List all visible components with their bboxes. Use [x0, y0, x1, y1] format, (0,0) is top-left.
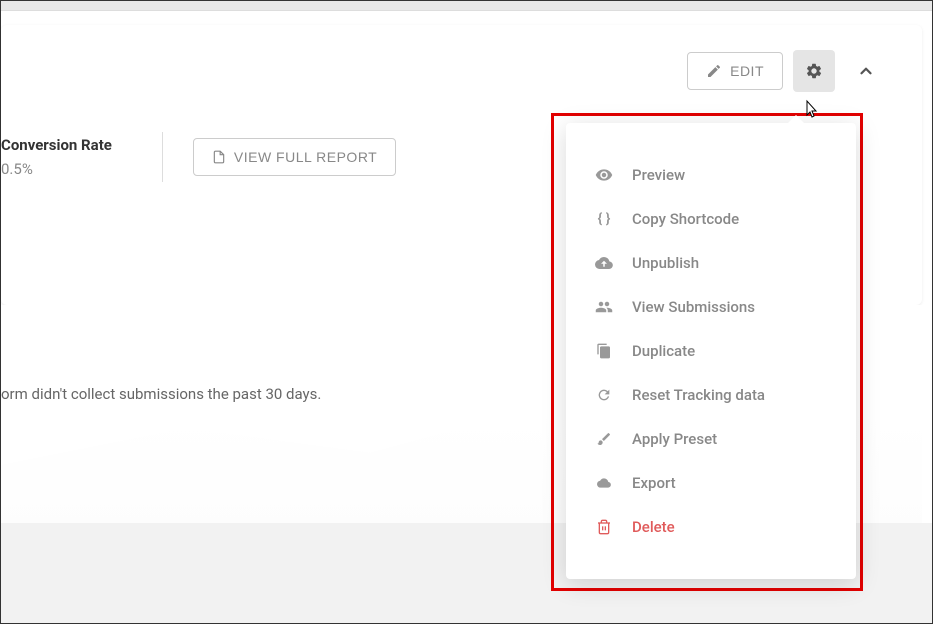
pencil-icon	[706, 63, 722, 79]
view-report-label: VIEW FULL REPORT	[234, 149, 377, 165]
settings-dropdown: Preview { } Copy Shortcode Unpublish Vie…	[566, 123, 856, 579]
settings-button[interactable]	[793, 50, 835, 92]
conversion-rate-stat: Conversion Rate 0.5%	[1, 136, 132, 178]
edit-label: EDIT	[730, 63, 764, 79]
dropdown-label: Export	[632, 474, 676, 492]
dropdown-label: Copy Shortcode	[632, 210, 739, 228]
dropdown-item-view-submissions[interactable]: View Submissions	[566, 285, 856, 329]
dropdown-label: Apply Preset	[632, 430, 717, 448]
dropdown-label: View Submissions	[632, 298, 755, 316]
conversion-rate-value: 0.5%	[1, 160, 112, 178]
dropdown-item-unpublish[interactable]: Unpublish	[566, 241, 856, 285]
dropdown-item-apply-preset[interactable]: Apply Preset	[566, 417, 856, 461]
refresh-icon	[594, 385, 614, 405]
cloud-icon	[594, 253, 614, 273]
dropdown-item-export[interactable]: Export	[566, 461, 856, 505]
dropdown-item-preview[interactable]: Preview	[566, 153, 856, 197]
window-top-strip	[1, 1, 932, 11]
dropdown-item-reset-tracking[interactable]: Reset Tracking data	[566, 373, 856, 417]
collapse-button[interactable]	[845, 50, 887, 92]
document-icon	[212, 149, 226, 165]
brush-icon	[594, 429, 614, 449]
export-cloud-icon	[594, 473, 614, 493]
stat-divider	[162, 132, 163, 182]
eye-icon	[594, 165, 614, 185]
card-toolbar: EDIT	[1, 25, 922, 112]
dropdown-label: Unpublish	[632, 254, 699, 272]
braces-icon: { }	[594, 209, 614, 229]
trash-icon	[594, 517, 614, 537]
gear-icon	[805, 62, 823, 80]
conversion-rate-label: Conversion Rate	[1, 136, 112, 154]
dropdown-item-duplicate[interactable]: Duplicate	[566, 329, 856, 373]
dropdown-item-delete[interactable]: Delete	[566, 505, 856, 549]
edit-button[interactable]: EDIT	[687, 52, 783, 90]
view-full-report-button[interactable]: VIEW FULL REPORT	[193, 138, 396, 176]
people-icon	[594, 297, 614, 317]
dropdown-item-copy-shortcode[interactable]: { } Copy Shortcode	[566, 197, 856, 241]
copy-icon	[594, 341, 614, 361]
dropdown-label: Reset Tracking data	[632, 386, 765, 404]
dropdown-label: Duplicate	[632, 342, 695, 360]
dropdown-label: Preview	[632, 166, 685, 184]
dropdown-label: Delete	[632, 518, 675, 536]
chevron-up-icon	[857, 62, 875, 80]
